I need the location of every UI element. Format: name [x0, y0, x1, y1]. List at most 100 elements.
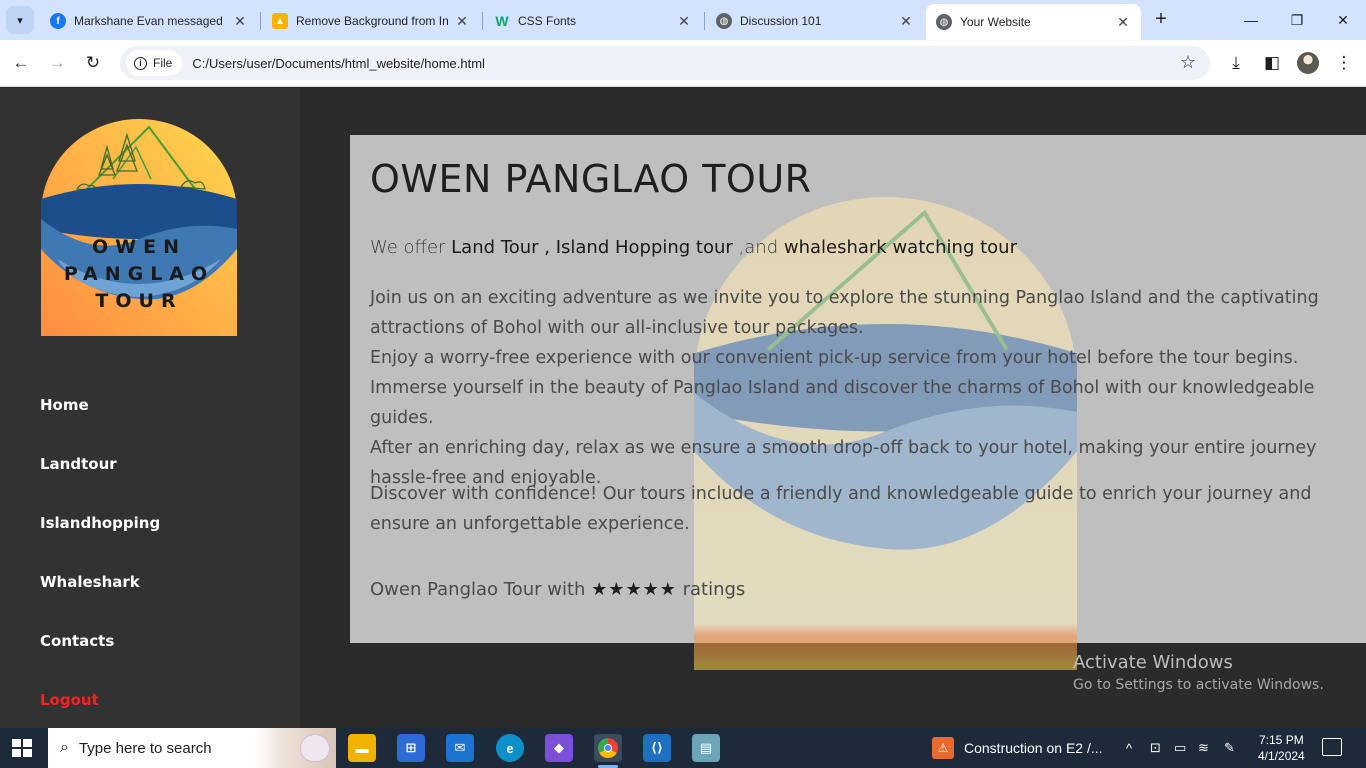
url-text[interactable]: C:/Users/user/Documents/html_website/hom…: [192, 56, 485, 71]
search-icon: ⌕: [60, 739, 69, 756]
close-icon[interactable]: ✕: [676, 13, 692, 30]
new-tab-button[interactable]: +: [1150, 8, 1172, 30]
system-clock[interactable]: 7:15 PM 4/1/2024: [1258, 732, 1305, 764]
rating-prefix: Owen Panglao Tour with: [370, 579, 592, 600]
close-icon[interactable]: ✕: [454, 13, 470, 30]
taskbar-search-box[interactable]: ⌕ Type here to search: [48, 728, 336, 768]
close-icon[interactable]: ✕: [232, 13, 248, 30]
file-explorer-icon[interactable]: ▬: [348, 734, 376, 762]
tab-title: Markshane Evan messaged y: [74, 14, 226, 28]
news-notification[interactable]: ⚠ Construction on E2 /...: [932, 728, 1103, 768]
nav-islandhopping[interactable]: Islandhopping: [40, 514, 160, 532]
reload-button[interactable]: ↻: [80, 50, 106, 76]
globe-icon: ◍: [716, 13, 732, 29]
forward-button[interactable]: →: [44, 50, 70, 76]
chevron-down-icon: ▾: [17, 14, 23, 27]
arrow-right-icon: →: [48, 53, 66, 72]
side-panel-button[interactable]: ◧: [1259, 50, 1285, 76]
tab-title: Remove Background from In: [296, 14, 448, 28]
content-card: OWEN PANGLAO TOUR We offer Land Tour , I…: [350, 135, 1366, 670]
vscode-icon[interactable]: ⟨⟩: [643, 734, 671, 762]
activate-title: Activate Windows: [1073, 652, 1233, 673]
intro-paragraph: Join us on an exciting adventure as we i…: [370, 283, 1345, 493]
logo-line-1: OWEN: [92, 236, 186, 258]
reload-icon: ↻: [85, 53, 101, 72]
logo-line-3: TOUR: [95, 290, 182, 312]
edge-icon[interactable]: e: [496, 734, 524, 762]
wifi-icon[interactable]: ≋: [1198, 728, 1209, 768]
tab-divider: [260, 12, 261, 30]
kebab-menu-icon: ⋮: [1335, 53, 1353, 72]
show-hidden-icons[interactable]: ^: [1126, 728, 1132, 768]
nav-logout[interactable]: Logout: [40, 691, 99, 709]
close-icon[interactable]: ✕: [898, 13, 914, 30]
garlic-icon: [300, 734, 330, 762]
w3schools-icon: W: [495, 13, 509, 29]
site-info-chip[interactable]: i File: [126, 50, 183, 76]
download-icon: ⤓: [1232, 53, 1240, 72]
notepad-icon[interactable]: ▤: [692, 734, 720, 762]
nav-landtour[interactable]: Landtour: [40, 455, 117, 473]
battery-icon[interactable]: ▭: [1174, 728, 1186, 768]
tab-divider: [704, 12, 705, 30]
profile-avatar[interactable]: [1297, 52, 1319, 74]
notification-center-icon[interactable]: [1322, 738, 1342, 756]
sidebar: OWEN PANGLAO TOUR Home Landtour Islandho…: [0, 88, 300, 728]
close-window-button[interactable]: ✕: [1320, 0, 1366, 40]
arrow-left-icon: ←: [12, 53, 30, 72]
restore-button[interactable]: ❐: [1274, 0, 1320, 40]
logo-line-2: PANGLAO: [64, 263, 214, 285]
pen-icon[interactable]: ✎: [1224, 728, 1235, 768]
tab-divider: [482, 12, 483, 30]
copilot-icon[interactable]: ◆: [545, 734, 573, 762]
nav-home[interactable]: Home: [40, 396, 89, 414]
facebook-icon: f: [50, 13, 66, 29]
browser-tab-facebook[interactable]: f Markshane Evan messaged y ✕: [40, 6, 258, 36]
rating-suffix: ratings: [676, 579, 746, 600]
construction-icon: ⚠: [932, 737, 954, 759]
tab-title: CSS Fonts: [518, 14, 577, 28]
offer-island-hopping: Island Hopping tour: [555, 237, 733, 258]
owen-panglao-tour-logo: OWEN PANGLAO TOUR: [41, 119, 237, 336]
browser-tab-removebg[interactable]: ▲ Remove Background from In ✕: [262, 6, 480, 36]
offer-separator: ,and: [732, 237, 784, 258]
mail-icon[interactable]: ✉: [446, 734, 474, 762]
chrome-icon[interactable]: [594, 734, 622, 762]
close-icon[interactable]: ✕: [1115, 14, 1131, 31]
minimize-button[interactable]: —: [1228, 0, 1274, 40]
offer-land-tour: Land Tour: [451, 237, 539, 258]
page-title: OWEN PANGLAO TOUR: [370, 157, 812, 201]
offer-prefix: We offer: [370, 237, 452, 258]
tab-title: Your Website: [960, 15, 1031, 29]
downloads-button[interactable]: ⤓: [1223, 50, 1249, 76]
browser-toolbar: ← → ↻ i File C:/Users/user/Documents/htm…: [0, 40, 1366, 87]
activate-subtitle: Go to Settings to activate Windows.: [1073, 677, 1324, 693]
site-info-label: File: [153, 56, 173, 70]
guide-paragraph: Discover with confidence! Our tours incl…: [370, 484, 1312, 534]
tab-strip: ▾ f Markshane Evan messaged y ✕ ▲ Remove…: [0, 0, 1366, 40]
browser-tab-your-website[interactable]: ◍ Your Website ✕: [926, 4, 1141, 40]
side-panel-icon: ◧: [1263, 53, 1281, 72]
paragraph-line: Join us on an exciting adventure as we i…: [370, 288, 1319, 338]
nav-whaleshark[interactable]: Whaleshark: [40, 573, 140, 591]
address-bar[interactable]: i File C:/Users/user/Documents/html_webs…: [120, 46, 1210, 80]
browser-tab-discussion[interactable]: ◍ Discussion 101 ✕: [706, 6, 924, 36]
info-icon: i: [134, 56, 147, 70]
tab-search-button[interactable]: ▾: [6, 6, 34, 34]
clock-date: 4/1/2024: [1258, 749, 1305, 763]
microsoft-store-icon[interactable]: ⊞: [397, 734, 425, 762]
browser-tab-css-fonts[interactable]: W CSS Fonts ✕: [484, 6, 702, 36]
star-rating: ★★★★★: [591, 579, 677, 600]
paragraph-line: Enjoy a worry-free experience with our c…: [370, 348, 1315, 428]
rating-line: Owen Panglao Tour with ★★★★★ ratings: [370, 579, 745, 600]
bookmark-star-icon[interactable]: ☆: [1180, 52, 1196, 73]
clock-time: 7:15 PM: [1259, 733, 1304, 747]
nav-contacts[interactable]: Contacts: [40, 632, 114, 650]
removebg-icon: ▲: [272, 13, 288, 29]
browser-menu-button[interactable]: ⋮: [1331, 50, 1357, 76]
windows-start-button[interactable]: [12, 739, 32, 757]
taskbar-search-placeholder: Type here to search: [78, 739, 212, 757]
back-button[interactable]: ←: [8, 50, 34, 76]
offer-separator: ,: [538, 237, 556, 258]
meet-now-icon[interactable]: ⊡: [1150, 728, 1161, 768]
